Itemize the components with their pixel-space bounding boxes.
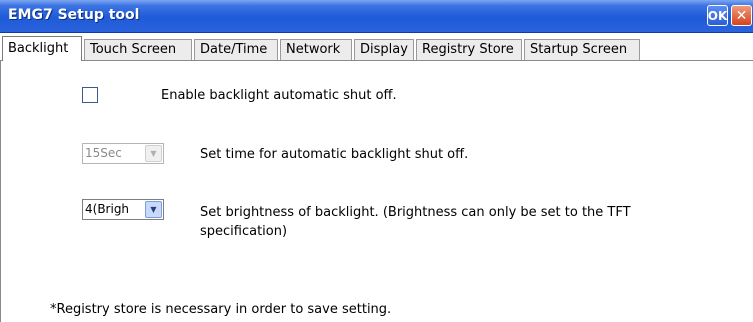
tab-registry-store[interactable]: Registry Store [416,39,522,60]
shutoff-time-value: 15Sec [85,146,122,160]
chevron-down-icon[interactable]: ▼ [145,201,162,218]
auto-shutoff-label: Enable backlight automatic shut off. [161,88,397,103]
tab-display[interactable]: Display [354,39,414,60]
tab-date-time[interactable]: Date/Time [194,39,278,60]
title-bar: EMG7 Setup tool OK ✕ [0,0,753,33]
panel-border [0,60,1,322]
brightness-select[interactable]: 4(Brigh ▼ [82,199,164,220]
auto-shutoff-checkbox[interactable] [82,87,98,103]
brightness-label-line1: Set brightness of backlight. (Brightness… [200,205,631,220]
chevron-down-icon[interactable]: ▼ [145,145,162,162]
tab-baseline [0,60,753,61]
tab-strip: Backlight Touch Screen Date/Time Network… [0,36,753,61]
brightness-value: 4(Brigh [85,202,130,216]
tab-touch-screen[interactable]: Touch Screen [84,39,192,60]
brightness-label-line2: specification) [200,224,288,239]
shutoff-time-label: Set time for automatic backlight shut of… [200,147,469,162]
window-title: EMG7 Setup tool [8,7,140,23]
tab-startup-screen[interactable]: Startup Screen [524,39,640,60]
registry-note: *Registry store is necessary in order to… [50,302,392,317]
shutoff-time-select[interactable]: 15Sec ▼ [82,143,164,164]
ok-button[interactable]: OK [707,5,728,26]
tab-network[interactable]: Network [280,39,352,60]
tab-backlight[interactable]: Backlight [2,36,82,61]
close-button[interactable]: ✕ [731,5,752,26]
